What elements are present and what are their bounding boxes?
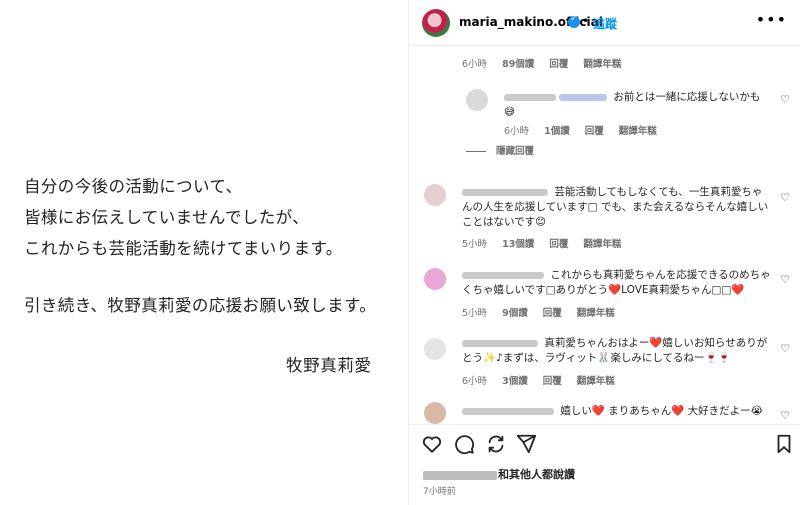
message-line-4: 引き続き、牧野真莉愛の応援お願い致します。: [24, 296, 377, 315]
comment-avatar[interactable]: [424, 184, 446, 206]
more-icon[interactable]: •••: [756, 10, 787, 29]
comment-1: 芸能活動してもしなくても、一生真莉愛ちゃんの人生を応援しています□ でも、また会…: [462, 186, 769, 228]
comment-meta: 5小時 9個讚 回覆 翻譯年糕: [462, 308, 615, 319]
blurred-username: [462, 188, 548, 196]
comment-4: 嬉しい❤️ まりあちゃん❤️ 大好きだよー😭: [462, 404, 772, 422]
verified-icon: [568, 14, 580, 28]
comment-meta: 6小時 3個讚 回覆 翻譯年糕: [462, 376, 615, 387]
heart-icon[interactable]: ♡: [780, 273, 790, 286]
separator-dot: •: [582, 14, 590, 28]
send-icon[interactable]: [515, 433, 537, 455]
comment-meta: 6小時 1個讚 回覆 翻譯年糕: [504, 126, 657, 137]
message-line-1: 自分の今後の活動について、: [24, 177, 243, 196]
comment-avatar[interactable]: [424, 268, 446, 290]
comment-2: これからも真莉愛ちゃんを応援できるのめちゃくちゃ嬉しいです□ありがとう❤️LOV…: [462, 269, 771, 296]
bookmark-icon[interactable]: [773, 433, 795, 455]
follow-button[interactable]: 追蹤: [593, 15, 617, 32]
comments-panel: maria_makino.official • 追蹤 ••• 6小時 89個讚 …: [408, 0, 800, 505]
hide-replies-button[interactable]: 隱藏回覆: [466, 143, 534, 157]
likes-summary[interactable]: 和其他人都說讚: [423, 466, 575, 482]
blurred-mention: [559, 93, 607, 101]
message-line-2: 皆様にお伝えしていませんでしたが、: [24, 208, 310, 227]
post-timestamp: 7小時前: [423, 487, 456, 497]
blurred-username: [462, 271, 544, 279]
heart-icon[interactable]: [421, 433, 443, 455]
action-bar: [409, 424, 800, 462]
post-image: 自分の今後の活動について、 皆様にお伝えしていませんでしたが、 これからも芸能活…: [0, 0, 408, 505]
heart-icon[interactable]: ♡: [780, 342, 790, 355]
blurred-username: [504, 93, 556, 101]
blurred-username: [462, 407, 554, 415]
comment-3: 真莉愛ちゃんおはよー❤️嬉しいお知らせありがとう✨♪まずは、ラヴィット🐰楽しみに…: [462, 337, 768, 364]
comment-icon[interactable]: [453, 433, 475, 455]
message-line-3: これからも芸能活動を続けてまいります。: [24, 239, 343, 258]
heart-icon[interactable]: ♡: [780, 93, 790, 106]
comment-avatar[interactable]: [424, 402, 446, 424]
heart-icon[interactable]: ♡: [780, 191, 790, 204]
reply-comment: お前とは一緒に応援しないかも 😅: [504, 91, 761, 118]
reply-avatar[interactable]: [466, 89, 488, 111]
avatar[interactable]: [422, 9, 450, 37]
comment-avatar[interactable]: [424, 338, 446, 360]
comment-meta: 5小時 13個讚 回覆 翻譯年糕: [462, 239, 622, 250]
heart-icon[interactable]: ♡: [780, 409, 790, 422]
blurred-username: [423, 470, 497, 480]
share-icon[interactable]: [485, 433, 507, 455]
comment-meta: 6小時 89個讚 回覆 翻譯年糕: [462, 59, 622, 70]
post-header: maria_makino.official • 追蹤 •••: [409, 0, 800, 46]
signature: 牧野真莉愛: [286, 356, 372, 375]
blurred-username: [462, 339, 538, 347]
